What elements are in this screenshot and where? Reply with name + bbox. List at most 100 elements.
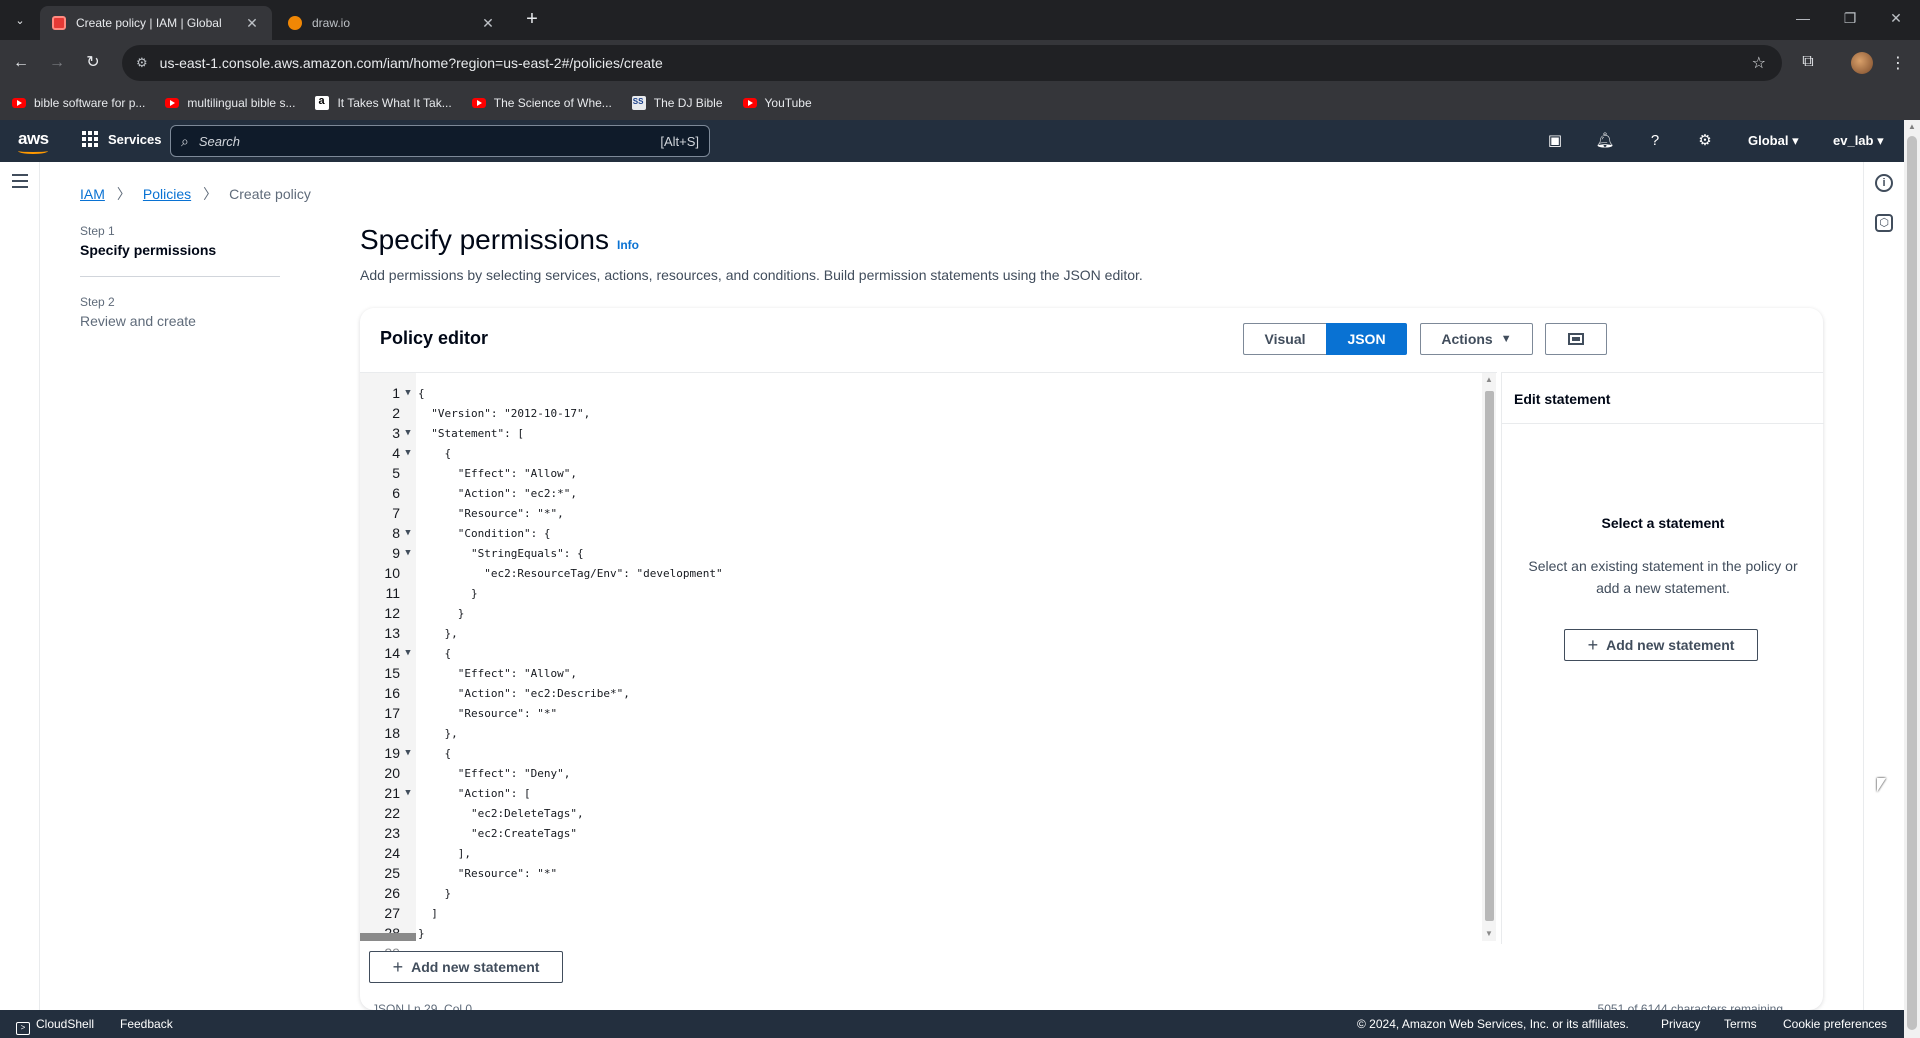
code-line[interactable]: 4 ▼ { [360, 443, 1480, 463]
scroll-down-arrow-icon[interactable]: ▼ [1485, 929, 1493, 938]
code-line[interactable]: 6 "Action": "ec2:*", [360, 483, 1480, 503]
bookmark-item[interactable]: It Takes What It Tak... [315, 95, 452, 110]
add-new-statement-button[interactable]: + Add new statement [1564, 629, 1758, 661]
restore-window-icon[interactable]: ❐ [1840, 10, 1860, 27]
code-line[interactable]: 19 ▼ { [360, 743, 1480, 763]
fold-caret-icon[interactable]: ▼ [400, 428, 416, 438]
fold-caret-icon[interactable]: ▼ [400, 548, 416, 558]
fold-caret-icon[interactable]: ▼ [400, 448, 416, 458]
code-line[interactable]: 3 ▼ "Statement": [ [360, 423, 1480, 443]
bookmark-item[interactable]: multilingual bible s... [165, 96, 295, 110]
visual-mode-button[interactable]: Visual [1243, 323, 1326, 355]
code-line[interactable]: 2 "Version": "2012-10-17", [360, 403, 1480, 423]
forward-icon[interactable]: → [46, 52, 68, 74]
cloudshell-link[interactable]: > CloudShell [16, 1017, 94, 1035]
region-selector[interactable]: Global ▾ [1748, 133, 1799, 149]
code-line[interactable]: 9 ▼ "StringEquals": { [360, 543, 1480, 563]
fold-caret-icon[interactable]: ▼ [400, 748, 416, 758]
tab-search-chevron-icon[interactable]: ⌄ [8, 8, 32, 32]
json-code-editor[interactable]: 1 ▼{2 "Version": "2012-10-17", 3 ▼ "Stateme… [360, 372, 1497, 961]
reload-icon[interactable]: ↻ [82, 52, 104, 74]
breadcrumb-iam-link[interactable]: IAM [80, 186, 105, 202]
privacy-link[interactable]: Privacy [1661, 1017, 1700, 1031]
account-menu[interactable]: ev_lab ▾ [1833, 133, 1884, 149]
line-number: 19 [384, 745, 400, 761]
bookmark-item[interactable]: bible software for p... [12, 96, 145, 110]
json-mode-button[interactable]: JSON [1326, 323, 1407, 355]
code-line[interactable]: 13 }, [360, 623, 1480, 643]
close-window-icon[interactable]: ✕ [1886, 10, 1906, 27]
fold-caret-icon[interactable]: ▼ [400, 388, 416, 398]
code-line[interactable]: 25 "Resource": "*" [360, 863, 1480, 883]
profile-avatar[interactable] [1851, 52, 1873, 74]
assistant-icon[interactable]: ⬡ [1875, 214, 1893, 232]
fold-caret-icon[interactable]: ▼ [400, 648, 416, 658]
code-line[interactable]: 5 "Effect": "Allow", [360, 463, 1480, 483]
terms-link[interactable]: Terms [1724, 1017, 1757, 1031]
code-line[interactable]: 22 "ec2:DeleteTags", [360, 803, 1480, 823]
bookmark-item[interactable]: The Science of Whe... [471, 96, 612, 110]
address-bar[interactable]: ⚙ us-east-1.console.aws.amazon.com/iam/h… [122, 45, 1782, 81]
notifications-bell-icon[interactable]: 🔔︎ [1595, 131, 1615, 151]
bookmark-star-icon[interactable]: ☆ [1752, 53, 1766, 73]
add-new-statement-button[interactable]: + Add new statement [369, 951, 563, 983]
code-line[interactable]: 21 ▼ "Action": [ [360, 783, 1480, 803]
minimize-window-icon[interactable]: — [1793, 10, 1813, 26]
breadcrumb-policies-link[interactable]: Policies [143, 186, 191, 202]
cloudshell-icon[interactable]: ▣ [1545, 131, 1565, 151]
code-line[interactable]: 1 ▼{ [360, 383, 1480, 403]
help-icon[interactable]: ? [1645, 131, 1665, 151]
code-line[interactable]: 10 "ec2:ResourceTag/Env": "development" [360, 563, 1480, 583]
browser-menu-icon[interactable]: ⋮ [1888, 53, 1908, 73]
settings-gear-icon[interactable]: ⚙ [1695, 131, 1715, 151]
code-line[interactable]: 18 }, [360, 723, 1480, 743]
code-line[interactable]: 14 ▼ { [360, 643, 1480, 663]
back-icon[interactable]: ← [10, 52, 32, 74]
line-number: 17 [384, 705, 400, 721]
code-line[interactable]: 12 } [360, 603, 1480, 623]
new-tab-icon[interactable]: + [520, 8, 544, 32]
tab-drawio[interactable]: draw.io ✕ [276, 6, 508, 40]
code-line[interactable]: 7 "Resource": "*", [360, 503, 1480, 523]
code-line[interactable]: 26 } [360, 883, 1480, 903]
code-line[interactable]: 27 ] [360, 903, 1480, 923]
scrollbar-thumb[interactable] [1907, 136, 1917, 1030]
code-text: "Effect": "Deny", [418, 766, 571, 780]
code-line[interactable]: 16 "Action": "ec2:Describe*", [360, 683, 1480, 703]
code-line[interactable]: 20 "Effect": "Deny", [360, 763, 1480, 783]
code-text: "Effect": "Allow", [418, 466, 577, 480]
scroll-up-arrow-icon[interactable]: ▲ [1908, 122, 1916, 131]
editor-horizontal-scrollbar-thumb[interactable] [360, 933, 416, 941]
close-tab-icon[interactable]: ✕ [244, 15, 260, 32]
toggle-side-panel-button[interactable] [1545, 323, 1607, 355]
bookmark-item[interactable]: YouTube [742, 96, 812, 110]
fold-caret-icon[interactable]: ▼ [400, 528, 416, 538]
hamburger-menu-icon[interactable] [12, 174, 28, 192]
code-line[interactable]: 8 ▼ "Condition": { [360, 523, 1480, 543]
info-panel-icon[interactable]: i [1875, 174, 1893, 192]
fold-caret-icon[interactable]: ▼ [400, 788, 416, 798]
site-info-icon[interactable]: ⚙ [136, 55, 148, 71]
scroll-up-arrow-icon[interactable]: ▲ [1485, 375, 1493, 384]
youtube-icon [165, 98, 180, 108]
code-line[interactable]: 23 "ec2:CreateTags" [360, 823, 1480, 843]
editor-scrollbar[interactable]: ▲ ▼ [1482, 373, 1496, 941]
close-tab-icon[interactable]: ✕ [480, 15, 496, 32]
info-link[interactable]: Info [617, 238, 639, 252]
aws-logo[interactable]: aws [18, 129, 49, 154]
code-line[interactable]: 11 } [360, 583, 1480, 603]
page-scrollbar[interactable]: ▲ [1904, 120, 1920, 1038]
code-line[interactable]: 15 "Effect": "Allow", [360, 663, 1480, 683]
search-input[interactable]: ⌕ Search [Alt+S] [170, 125, 710, 157]
editor-scrollbar-thumb[interactable] [1485, 391, 1494, 921]
bookmark-item[interactable]: The DJ Bible [631, 96, 723, 110]
code-line[interactable]: 17 "Resource": "*" [360, 703, 1480, 723]
feedback-link[interactable]: Feedback [120, 1017, 173, 1031]
cookie-preferences-link[interactable]: Cookie preferences [1783, 1017, 1887, 1031]
services-menu-button[interactable]: Services [82, 131, 162, 147]
actions-dropdown-button[interactable]: Actions ▼ [1420, 323, 1533, 355]
code-line[interactable]: 24 ], [360, 843, 1480, 863]
tab-create-policy[interactable]: Create policy | IAM | Global ✕ [40, 6, 272, 40]
code-line[interactable]: 28} [360, 923, 1480, 943]
extensions-icon[interactable]: ⧉ [1798, 53, 1818, 71]
